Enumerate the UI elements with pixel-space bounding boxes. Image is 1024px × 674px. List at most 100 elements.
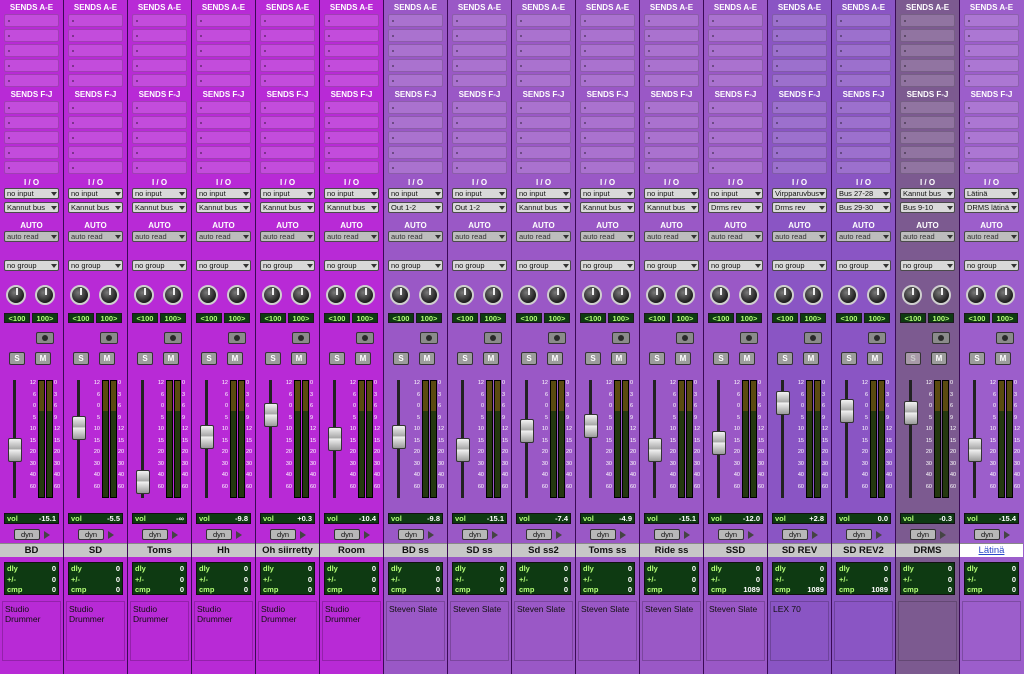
automation-mode-selector[interactable]: auto read — [516, 231, 571, 242]
record-enable-button[interactable] — [612, 332, 630, 344]
volume-readout[interactable]: vol -0.3 — [900, 513, 955, 524]
pan-knob-right[interactable] — [163, 285, 183, 305]
fader-cap[interactable] — [136, 470, 150, 494]
track-comment[interactable]: Steven Slate — [642, 601, 701, 661]
send-slot[interactable] — [388, 101, 443, 114]
send-slot[interactable] — [644, 59, 699, 72]
dyn-button[interactable]: dyn — [462, 529, 488, 540]
output-selector[interactable]: Out 1-2 — [388, 202, 443, 213]
track-comment[interactable]: Steven Slate — [706, 601, 765, 661]
pan-knob-right[interactable] — [995, 285, 1015, 305]
pan-knob-right[interactable] — [803, 285, 823, 305]
volume-readout[interactable]: vol -15.1 — [452, 513, 507, 524]
solo-button[interactable]: S — [969, 352, 985, 365]
solo-button[interactable]: S — [9, 352, 25, 365]
fader-cap[interactable] — [200, 425, 214, 449]
fader-cap[interactable] — [648, 438, 662, 462]
mute-button[interactable]: M — [227, 352, 243, 365]
mute-button[interactable]: M — [547, 352, 563, 365]
send-slot[interactable] — [644, 146, 699, 159]
send-slot[interactable] — [644, 14, 699, 27]
send-slot[interactable] — [132, 131, 187, 144]
send-slot[interactable] — [452, 14, 507, 27]
send-slot[interactable] — [836, 14, 891, 27]
input-selector[interactable]: no input — [196, 188, 251, 199]
send-slot[interactable] — [964, 59, 1019, 72]
send-slot[interactable] — [708, 59, 763, 72]
pan-knob-left[interactable] — [646, 285, 666, 305]
send-slot[interactable] — [900, 29, 955, 42]
send-slot[interactable] — [324, 101, 379, 114]
input-selector[interactable]: no input — [4, 188, 59, 199]
send-slot[interactable] — [452, 116, 507, 129]
send-slot[interactable] — [964, 29, 1019, 42]
send-slot[interactable] — [324, 74, 379, 87]
automation-mode-selector[interactable]: auto read — [132, 231, 187, 242]
track-name[interactable]: Lätinä — [960, 543, 1023, 557]
group-selector[interactable]: no group — [708, 260, 763, 271]
fader-cap[interactable] — [520, 419, 534, 443]
send-slot[interactable] — [900, 116, 955, 129]
send-slot[interactable] — [132, 116, 187, 129]
automation-mode-selector[interactable]: auto read — [772, 231, 827, 242]
mute-button[interactable]: M — [483, 352, 499, 365]
send-slot[interactable] — [580, 44, 635, 57]
send-slot[interactable] — [452, 146, 507, 159]
record-enable-button[interactable] — [996, 332, 1014, 344]
record-enable-button[interactable] — [932, 332, 950, 344]
send-slot[interactable] — [900, 101, 955, 114]
pan-knob-right[interactable] — [35, 285, 55, 305]
input-selector[interactable]: no input — [708, 188, 763, 199]
pan-knob-right[interactable] — [611, 285, 631, 305]
group-selector[interactable]: no group — [196, 260, 251, 271]
pan-knob-right[interactable] — [675, 285, 695, 305]
send-slot[interactable] — [260, 14, 315, 27]
input-selector[interactable]: Lätinä — [964, 188, 1019, 199]
send-slot[interactable] — [4, 14, 59, 27]
fader-cap[interactable] — [968, 438, 982, 462]
input-selector[interactable]: Virpparuvbus — [772, 188, 827, 199]
pan-knob-right[interactable] — [227, 285, 247, 305]
send-slot[interactable] — [324, 161, 379, 174]
send-slot[interactable] — [196, 161, 251, 174]
pan-knob-left[interactable] — [134, 285, 154, 305]
automation-mode-selector[interactable]: auto read — [836, 231, 891, 242]
send-slot[interactable] — [68, 59, 123, 72]
input-selector[interactable]: no input — [132, 188, 187, 199]
record-enable-button[interactable] — [356, 332, 374, 344]
send-slot[interactable] — [644, 131, 699, 144]
send-slot[interactable] — [388, 59, 443, 72]
fader-cap[interactable] — [776, 391, 790, 415]
volume-readout[interactable]: vol -5.5 — [68, 513, 123, 524]
volume-fader[interactable] — [200, 380, 214, 498]
fader-cap[interactable] — [392, 425, 406, 449]
send-slot[interactable] — [132, 44, 187, 57]
input-selector[interactable]: Bus 27-28 — [836, 188, 891, 199]
send-slot[interactable] — [900, 59, 955, 72]
dyn-button[interactable]: dyn — [846, 529, 872, 540]
send-slot[interactable] — [644, 116, 699, 129]
mute-button[interactable]: M — [675, 352, 691, 365]
send-slot[interactable] — [388, 44, 443, 57]
pan-knob-left[interactable] — [326, 285, 346, 305]
dyn-button[interactable]: dyn — [910, 529, 936, 540]
pan-knob-left[interactable] — [390, 285, 410, 305]
pan-knob-left[interactable] — [518, 285, 538, 305]
pan-knob-left[interactable] — [838, 285, 858, 305]
send-slot[interactable] — [516, 29, 571, 42]
send-slot[interactable] — [452, 161, 507, 174]
send-slot[interactable] — [964, 131, 1019, 144]
send-slot[interactable] — [516, 44, 571, 57]
automation-mode-selector[interactable]: auto read — [900, 231, 955, 242]
send-slot[interactable] — [836, 146, 891, 159]
dyn-button[interactable]: dyn — [14, 529, 40, 540]
track-comment[interactable]: Studio Drummer — [2, 601, 61, 661]
solo-button[interactable]: S — [393, 352, 409, 365]
mute-button[interactable]: M — [355, 352, 371, 365]
solo-button[interactable]: S — [329, 352, 345, 365]
send-slot[interactable] — [388, 146, 443, 159]
dyn-button[interactable]: dyn — [974, 529, 1000, 540]
send-slot[interactable] — [388, 74, 443, 87]
track-comment[interactable]: Studio Drummer — [258, 601, 317, 661]
send-slot[interactable] — [580, 131, 635, 144]
